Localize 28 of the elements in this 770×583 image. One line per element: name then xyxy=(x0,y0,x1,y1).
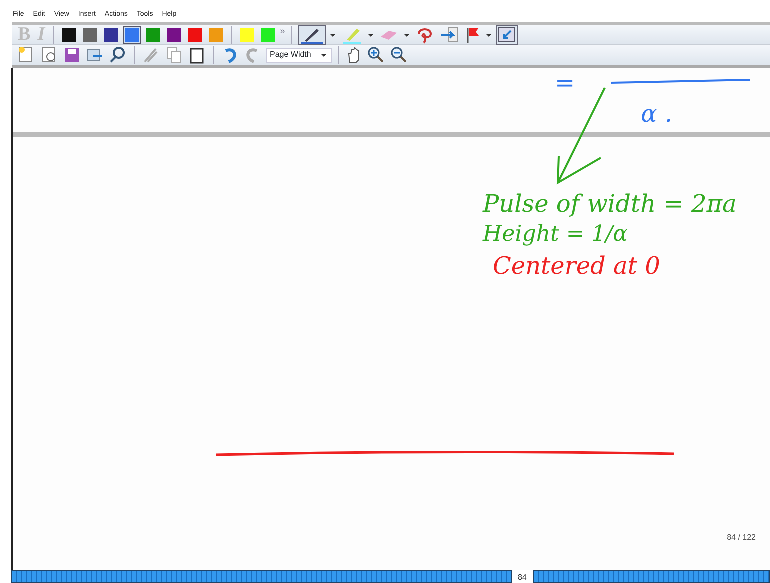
page-counter: 84 / 122 xyxy=(727,532,756,544)
zoom-out-icon[interactable] xyxy=(389,45,409,65)
pen-icon[interactable] xyxy=(298,24,326,44)
full-screen-icon[interactable] xyxy=(496,24,518,44)
color-swatch[interactable] xyxy=(144,26,162,44)
handwritten-note: Centered at 0 xyxy=(493,251,660,282)
zoom-in-icon[interactable] xyxy=(366,45,386,65)
page-slider-track[interactable] xyxy=(532,570,770,583)
handwritten-note: Pulse of width = 2πa xyxy=(483,189,737,220)
color-swatch[interactable] xyxy=(102,26,120,44)
save-icon[interactable] xyxy=(62,45,82,65)
page-slider-track[interactable] xyxy=(11,570,512,583)
color-swatch[interactable] xyxy=(259,26,278,44)
page-number: 84 xyxy=(516,572,528,583)
search-icon[interactable] xyxy=(108,45,128,65)
color-swatch[interactable] xyxy=(165,26,184,44)
color-swatch[interactable] xyxy=(81,26,100,44)
color-swatch[interactable] xyxy=(123,26,142,44)
zoom-dropdown[interactable]: Page Width xyxy=(266,48,332,62)
handwritten-note: α . xyxy=(641,99,672,130)
insert-space-icon[interactable] xyxy=(439,24,462,44)
overflow-button[interactable]: » xyxy=(280,25,286,38)
handwritten-note: Height = 1/α xyxy=(483,221,628,249)
color-swatch[interactable] xyxy=(238,26,256,44)
handwritten-note: = xyxy=(555,68,576,99)
color-swatch[interactable] xyxy=(186,26,204,44)
color-swatch[interactable] xyxy=(207,26,226,44)
color-swatch[interactable] xyxy=(60,26,78,44)
